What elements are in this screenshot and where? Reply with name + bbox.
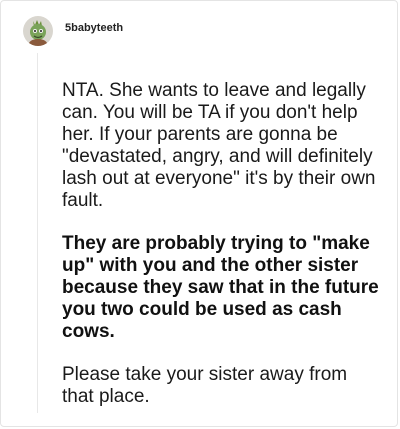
post-card: 5babyteeth NTA. She wants to leave and l…	[0, 0, 398, 427]
username[interactable]: 5babyteeth	[65, 22, 123, 34]
paragraph-2: They are probably trying to "make up" wi…	[62, 233, 379, 342]
post-header: 5babyteeth	[23, 16, 123, 46]
post-body: NTA. She wants to leave and legally can.…	[62, 80, 380, 426]
paragraph-3: Please take your sister away from that p…	[62, 364, 348, 407]
paragraph-1: NTA. She wants to leave and legally can.…	[62, 80, 376, 211]
thread-line	[37, 53, 38, 413]
avatar-graphic	[23, 16, 53, 46]
zombie-avatar-icon[interactable]	[23, 16, 53, 46]
